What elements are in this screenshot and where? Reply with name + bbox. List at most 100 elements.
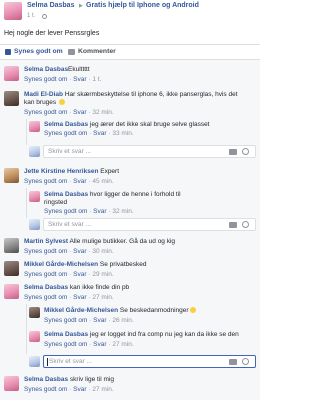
reply-body: Mikkel Gårde-Michelsen Se beskedanmodnin… [44, 307, 197, 314]
comment-author[interactable]: Selma Dasbas [24, 66, 68, 73]
reply-author[interactable]: Mikkel Gårde-Michelsen [44, 307, 118, 314]
comment-meta: Synes godt om · Svar · 27 min. [24, 294, 114, 301]
comment-reply-link[interactable]: Svar [73, 271, 86, 278]
comment-time[interactable]: 27 min. [92, 386, 113, 393]
avatar[interactable] [4, 91, 19, 106]
comment-time[interactable]: 32 min. [92, 109, 113, 116]
camera-icon[interactable] [229, 359, 237, 365]
camera-icon[interactable] [229, 149, 237, 155]
post-time[interactable]: 1 t. [27, 13, 35, 19]
separator: · [69, 271, 72, 278]
comment-author[interactable]: Mikkel Gårde-Michelsen [24, 261, 98, 268]
comment-body: Selma Dasbas skriv lige til mig [24, 376, 114, 383]
comment-author[interactable]: Martin Sylvest [24, 238, 68, 245]
separator: · [88, 109, 91, 116]
reply-input[interactable]: Skriv et svar ... [43, 145, 256, 158]
reply-reply-link[interactable]: Svar [93, 341, 106, 348]
comment-reply-link[interactable]: Svar [73, 109, 86, 116]
comment-body: Jette Kirstine Henriksen Expert [24, 168, 119, 175]
comment-like-link[interactable]: Synes godt om [24, 294, 67, 301]
reply-body: Selma Dasbas jeg er logget ind fra comp … [44, 331, 239, 338]
comment-author[interactable]: Selma Dasbas [24, 376, 68, 383]
camera-icon[interactable] [229, 222, 237, 228]
reply-reply-link[interactable]: Svar [93, 208, 106, 215]
text-cursor [47, 358, 48, 366]
separator: · [69, 109, 72, 116]
separator: · [89, 317, 92, 324]
reply-author[interactable]: Selma Dasbas [44, 121, 88, 128]
avatar[interactable] [4, 261, 19, 276]
avatar[interactable] [4, 376, 19, 391]
post-body: Hej nogle der lever Penssrgles [4, 30, 100, 37]
post-like-button[interactable]: Synes godt om [14, 48, 63, 55]
reply-time[interactable]: 33 min. [112, 130, 133, 137]
emoji-icon[interactable] [242, 221, 249, 228]
separator: · [108, 341, 111, 348]
comment-like-link[interactable]: Synes godt om [24, 248, 67, 255]
comment-meta: Synes godt om · Svar · 45 min. [24, 178, 114, 185]
reply-input[interactable]: Skriv et svar ... [43, 218, 256, 231]
post-author-avatar[interactable] [4, 2, 22, 20]
comment-time[interactable]: 45 min. [92, 178, 113, 185]
comment-like-link[interactable]: Synes godt om [24, 386, 67, 393]
comment-like-link[interactable]: Synes godt om [24, 271, 67, 278]
reply-time[interactable]: 26 min. [112, 317, 133, 324]
comment-time[interactable]: 30 min. [92, 248, 113, 255]
comment-text: Ekulttttt [68, 66, 90, 73]
reply-time[interactable]: 27 min. [112, 341, 133, 348]
avatar[interactable] [29, 121, 40, 132]
post-author-name[interactable]: Selma Dasbas [27, 2, 74, 9]
avatar[interactable] [4, 284, 19, 299]
thread-line [26, 119, 27, 145]
emoji-icon[interactable] [242, 148, 249, 155]
my-avatar [29, 219, 40, 230]
comment-body: Madi El-Diab Har skærmbeskyttelse til ip… [24, 91, 238, 98]
reply-author[interactable]: Selma Dasbas [44, 191, 88, 198]
reply-input-placeholder: Skriv et svar ... [48, 148, 91, 155]
comment-time[interactable]: 1 t. [92, 76, 101, 83]
reply-time[interactable]: 32 min. [112, 208, 133, 215]
comment-time[interactable]: 29 min. [92, 271, 113, 278]
comment-reply-link[interactable]: Svar [73, 248, 86, 255]
comment-meta: Synes godt om · Svar · 27 min. [24, 386, 114, 393]
post-comment-button[interactable]: Kommenter [78, 48, 116, 55]
reply-meta: Synes godt om · Svar · 26 min. [44, 317, 134, 324]
separator: · [108, 317, 111, 324]
comment-reply-link[interactable]: Svar [73, 178, 86, 185]
reply-author[interactable]: Selma Dasbas [44, 331, 88, 338]
reply-like-link[interactable]: Synes godt om [44, 208, 87, 215]
reply-input[interactable]: Skriv et svar ... [43, 355, 256, 368]
comment-reply-link[interactable]: Svar [73, 76, 86, 83]
comment-text: Alle mulige butikker. Gå da ud og kig [69, 238, 176, 245]
comment-like-link[interactable]: Synes godt om [24, 109, 67, 116]
reply-meta: Synes godt om · Svar · 32 min. [44, 208, 134, 215]
avatar[interactable] [29, 331, 40, 342]
reply-body: Selma Dasbas hvor ligger de henne i forh… [44, 191, 181, 198]
reply-reply-link[interactable]: Svar [93, 130, 106, 137]
comment-author[interactable]: Madi El-Diab [24, 91, 63, 98]
avatar[interactable] [4, 238, 19, 253]
reply-like-link[interactable]: Synes godt om [44, 341, 87, 348]
avatar[interactable] [29, 307, 40, 318]
reply-like-link[interactable]: Synes godt om [44, 317, 87, 324]
comment-reply-link[interactable]: Svar [73, 386, 86, 393]
post-divider [0, 44, 260, 45]
comment-text: kan bruges [24, 99, 57, 106]
comment-reply-link[interactable]: Svar [73, 294, 86, 301]
reply-like-link[interactable]: Synes godt om [44, 130, 87, 137]
comment-text: kan ikke finde din pb [69, 284, 130, 291]
comment-like-link[interactable]: Synes godt om [24, 178, 67, 185]
comment-author[interactable]: Selma Dasbas [24, 284, 68, 291]
comment-author[interactable]: Jette Kirstine Henriksen [24, 168, 98, 175]
emoji-icon[interactable] [242, 358, 249, 365]
avatar[interactable] [4, 168, 19, 183]
comment-time[interactable]: 27 min. [92, 294, 113, 301]
reply-reply-link[interactable]: Svar [93, 317, 106, 324]
avatar[interactable] [29, 191, 40, 202]
post-group-name[interactable]: Gratis hjælp til Iphone og Android [86, 2, 199, 9]
separator: · [89, 208, 92, 215]
reply-meta: Synes godt om · Svar · 33 min. [44, 130, 134, 137]
comment-body: Selma Dasbas kan ikke finde din pb [24, 284, 129, 291]
avatar[interactable] [4, 66, 19, 81]
comment-like-link[interactable]: Synes godt om [24, 76, 67, 83]
